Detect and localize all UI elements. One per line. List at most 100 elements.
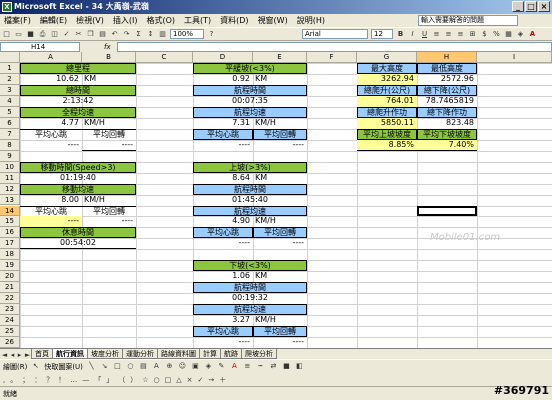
total-descent-label[interactable]: 總下降(公尺) xyxy=(417,84,477,96)
total-distance-value[interactable]: 10.62 xyxy=(20,74,82,85)
row-header-4[interactable]: 4 xyxy=(0,95,20,107)
down-time-label[interactable]: 航程時間 xyxy=(193,282,307,294)
total-distance-label[interactable]: 總里程 xyxy=(20,63,136,74)
menu-window[interactable]: 視窗(W) xyxy=(258,15,288,26)
moving-time-label[interactable]: 移動時間(Speed>3) xyxy=(20,161,136,173)
total-time-value[interactable]: 2:13:42 xyxy=(20,96,136,107)
up-cadence-label[interactable]: 平均回轉 xyxy=(253,227,307,239)
row-header-12[interactable]: 12 xyxy=(0,183,20,195)
flat-label[interactable]: 平緩坡(<3%) xyxy=(193,63,307,74)
avg-up-grade-label[interactable]: 平均上坡坡度 xyxy=(357,128,417,140)
descent-work-value[interactable]: 823.48 xyxy=(417,118,477,129)
down-avg-value[interactable]: 3.27 xyxy=(193,315,253,326)
total-avg-speed-value[interactable]: 4.77 xyxy=(20,118,82,129)
line-color-icon[interactable]: ✎ xyxy=(217,362,226,371)
rectangle-icon[interactable]: □ xyxy=(113,362,122,371)
print-icon[interactable]: ⎙ xyxy=(38,30,47,39)
flat-time-value[interactable]: 00:07:35 xyxy=(193,96,307,107)
tab-home[interactable]: 首頁 xyxy=(31,349,53,359)
down-hr-value[interactable]: ---- xyxy=(193,337,253,348)
row-header-8[interactable]: 8 xyxy=(0,139,20,151)
down-cadence-value[interactable]: ---- xyxy=(253,337,307,348)
tab-calculation[interactable]: 計算 xyxy=(199,349,221,359)
up-time-label[interactable]: 航程時間 xyxy=(193,183,307,195)
symbol-dash-icon[interactable]: — xyxy=(82,376,89,384)
moving-avg-hr-label[interactable]: 平均心跳 xyxy=(20,205,82,217)
tab-route-chart[interactable]: 路線資料圖 xyxy=(157,349,200,359)
row-header-5[interactable]: 5 xyxy=(0,106,20,118)
row-header-1[interactable]: 1 xyxy=(0,63,20,74)
min-altitude-label[interactable]: 最低高度 xyxy=(417,63,477,74)
help-icon[interactable]: ? xyxy=(207,30,216,39)
symbol-check-icon[interactable]: ✓ xyxy=(198,376,204,384)
font-color-icon[interactable]: A xyxy=(528,30,537,39)
total-avg-speed-label[interactable]: 全程均速 xyxy=(20,106,136,118)
select-pointer-icon[interactable]: ↖ xyxy=(31,362,40,371)
column-header-d[interactable]: D xyxy=(193,52,253,63)
flat-cadence-label[interactable]: 平均回轉 xyxy=(253,128,307,140)
row-header-6[interactable]: 6 xyxy=(0,117,20,129)
up-hr-label[interactable]: 平均心跳 xyxy=(193,227,253,239)
flat-hr-value[interactable]: ---- xyxy=(193,140,253,151)
row-header-23[interactable]: 23 xyxy=(0,304,20,316)
min-altitude-value[interactable]: 2572.96 xyxy=(417,74,477,85)
symbol-ellipsis-icon[interactable]: … xyxy=(70,376,77,384)
picture-icon[interactable]: ▣ xyxy=(191,362,200,371)
arrow-style-icon[interactable]: ⇄ xyxy=(269,362,278,371)
up-label[interactable]: 上坡(>3%) xyxy=(193,161,307,173)
row-header-20[interactable]: 20 xyxy=(0,271,20,283)
symbol-bracket-close-icon[interactable]: 」 xyxy=(106,375,113,385)
draw-menu[interactable]: 繪圖(R) xyxy=(3,362,27,372)
avg-down-grade-value[interactable]: 7.40% xyxy=(417,139,477,151)
merge-icon[interactable]: ⊞ xyxy=(468,30,477,39)
row-header-15[interactable]: 15 xyxy=(0,216,20,228)
up-distance-unit[interactable]: KM xyxy=(253,173,307,184)
flat-distance-unit[interactable]: KM xyxy=(253,74,307,85)
row-header-18[interactable]: 18 xyxy=(0,249,20,261)
symbol-comma-icon[interactable]: , xyxy=(3,376,5,384)
symbol-semicolon-icon[interactable]: ； xyxy=(22,375,29,385)
textbox-icon[interactable]: ▤ xyxy=(139,362,148,371)
total-avg-speed-unit[interactable]: KM/H xyxy=(82,118,136,129)
symbol-plus-icon[interactable]: ＋ xyxy=(219,375,226,385)
column-header-i[interactable]: I xyxy=(477,52,552,63)
open-icon[interactable]: ▭ xyxy=(14,30,23,39)
spell-icon[interactable]: ✓ xyxy=(62,30,71,39)
up-time-value[interactable]: 01:45:40 xyxy=(193,195,307,206)
avg-up-grade-value[interactable]: 8.85% xyxy=(357,139,417,151)
symbol-paren-close-icon[interactable]: ） xyxy=(130,375,137,385)
formula-input[interactable] xyxy=(116,41,552,52)
total-avg-hr-label[interactable]: 平均心跳 xyxy=(20,128,82,140)
tab-climb-analysis[interactable]: 爬坡分析 xyxy=(241,349,277,359)
menu-view[interactable]: 檢視(V) xyxy=(76,15,104,26)
row-header-7[interactable]: 7 xyxy=(0,128,20,140)
save-icon[interactable]: ■ xyxy=(26,30,35,39)
sort-icon[interactable]: ↕ xyxy=(146,30,155,39)
symbol-exclaim-icon[interactable]: ！ xyxy=(58,375,65,385)
symbol-period-icon[interactable]: 。 xyxy=(10,375,17,385)
flat-time-label[interactable]: 航程時間 xyxy=(193,84,307,96)
menu-file[interactable]: 檔案(F) xyxy=(4,15,31,26)
total-avg-cadence-value[interactable]: ---- xyxy=(82,140,136,151)
up-avg-label[interactable]: 航程均速 xyxy=(193,205,307,217)
symbol-star-icon[interactable]: ☆ xyxy=(142,376,148,384)
row-header-26[interactable]: 26 xyxy=(0,337,20,348)
flat-avg-unit[interactable]: KM/H xyxy=(253,118,307,129)
row-header-2[interactable]: 2 xyxy=(0,73,20,85)
total-distance-unit[interactable]: KM xyxy=(82,74,136,85)
max-altitude-value[interactable]: 3262.94 xyxy=(357,73,417,85)
undo-icon[interactable]: ↶ xyxy=(110,30,119,39)
name-box[interactable]: H14 xyxy=(0,41,80,52)
menu-insert[interactable]: 插入(I) xyxy=(113,15,138,26)
font-size-select[interactable]: 12 xyxy=(371,29,393,39)
max-altitude-label[interactable]: 最大高度 xyxy=(357,63,417,74)
up-distance-value[interactable]: 8.64 xyxy=(193,173,253,184)
tab-track[interactable]: 航跡 xyxy=(220,349,242,359)
dash-style-icon[interactable]: ┅ xyxy=(256,362,265,371)
percent-icon[interactable]: % xyxy=(492,30,501,39)
symbol-cross-icon[interactable]: × xyxy=(187,376,193,384)
total-climb-label[interactable]: 總爬升(公尺) xyxy=(357,84,417,96)
borders-icon[interactable]: ▦ xyxy=(504,30,513,39)
text-color-icon[interactable]: A xyxy=(230,362,239,371)
flat-avg-value[interactable]: 7.31 xyxy=(193,118,253,129)
